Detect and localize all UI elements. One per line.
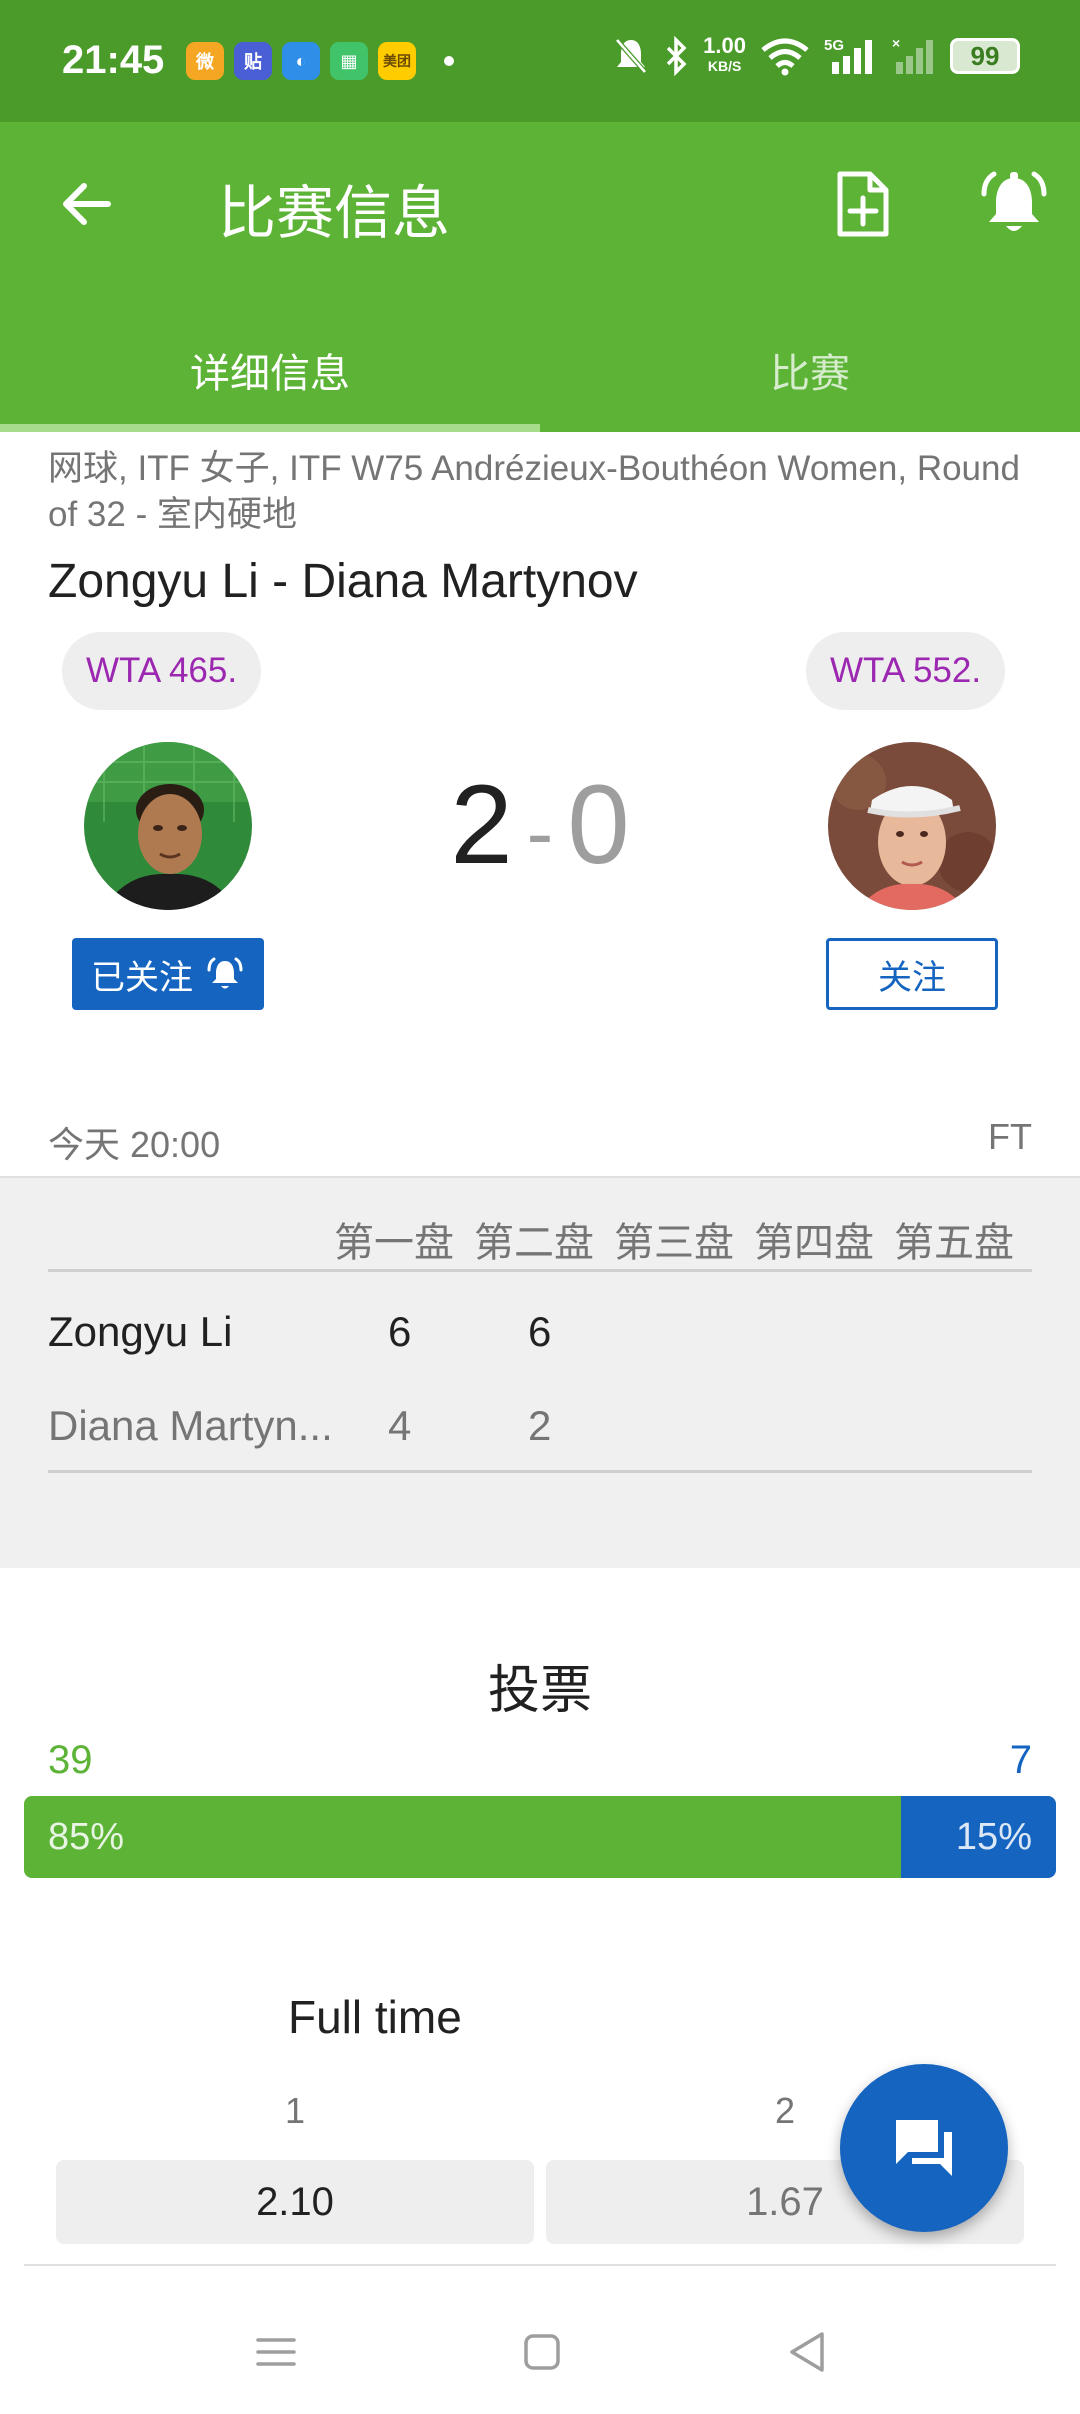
odds-home-button[interactable]: 2.10 bbox=[56, 2160, 534, 2244]
odds-label-home: 1 bbox=[284, 2090, 306, 2131]
set-header: 第四盘 bbox=[754, 1221, 874, 1265]
away-follow-button[interactable]: 关注 bbox=[826, 938, 998, 1010]
match-status: FT bbox=[988, 1116, 1032, 1157]
system-nav-bar bbox=[0, 2292, 1080, 2414]
menu-icon[interactable] bbox=[246, 2322, 306, 2382]
divider bbox=[48, 1470, 1032, 1473]
back-arrow-icon[interactable] bbox=[56, 174, 116, 234]
back-triangle-icon[interactable] bbox=[778, 2322, 838, 2382]
home-follow-label: 已关注 bbox=[91, 958, 193, 997]
vote-bar[interactable]: 85% 15% bbox=[24, 1796, 1056, 1878]
browser-icon: ◐ bbox=[282, 42, 320, 80]
app-bar: 比赛信息 bbox=[0, 122, 1080, 308]
set-header: 第五盘 bbox=[894, 1221, 1014, 1265]
away-follow-label: 关注 bbox=[878, 958, 946, 997]
more-notifications-dot bbox=[444, 56, 454, 66]
away-score: 0 bbox=[567, 762, 630, 887]
set-row-away: Diana Martyn... 4 2 bbox=[48, 1382, 1032, 1472]
home-followed-button[interactable]: 已关注 bbox=[72, 938, 264, 1010]
home-rank-badge: WTA 465. bbox=[62, 632, 262, 710]
add-to-calendar-icon[interactable] bbox=[830, 168, 894, 240]
score-separator: - bbox=[526, 788, 554, 878]
notification-bell-icon[interactable] bbox=[976, 168, 1052, 240]
home-player-avatar[interactable] bbox=[84, 742, 252, 910]
vote-away-percent: 15% bbox=[955, 1815, 1032, 1858]
home-score: 2 bbox=[450, 762, 513, 887]
page-title: 比赛信息 bbox=[218, 181, 451, 246]
odds-title: Full time bbox=[288, 1991, 462, 2043]
vote-away-count: 7 bbox=[1009, 1738, 1032, 1782]
vote-home-segment[interactable]: 85% bbox=[24, 1796, 902, 1878]
vote-away-segment[interactable]: 15% bbox=[901, 1796, 1056, 1878]
home-icon[interactable] bbox=[512, 2322, 572, 2382]
tieba-icon: 贴 bbox=[234, 42, 272, 80]
set-row-home: Zongyu Li 6 6 bbox=[48, 1288, 1032, 1378]
away-rank-badge: WTA 552. bbox=[806, 632, 1006, 710]
network-speed: 1.00 KB/S bbox=[703, 33, 746, 76]
system-indicators: 1.00 KB/S 5G × 99 bbox=[613, 33, 1020, 76]
vote-home-count: 39 bbox=[48, 1738, 93, 1782]
network-speed-unit: KB/S bbox=[707, 58, 742, 74]
notification-icons: 微 贴 ◐ ▦ 美团 bbox=[186, 42, 454, 80]
set-player-name: Diana Martyn... bbox=[48, 1402, 333, 1449]
svg-text:×: × bbox=[892, 36, 900, 51]
match-start-time: 今天 20:00 bbox=[48, 1124, 221, 1165]
bell-muted-icon bbox=[615, 38, 648, 74]
bell-ring-icon bbox=[207, 957, 243, 989]
wifi-icon bbox=[761, 38, 809, 76]
set-header-row: 第一盘 第二盘 第三盘 第四盘 第五盘 bbox=[48, 1200, 1032, 1272]
chat-icon bbox=[896, 2120, 952, 2176]
set-player-name: Zongyu Li bbox=[48, 1308, 233, 1355]
set-score-table: 第一盘 第二盘 第三盘 第四盘 第五盘 Zongyu Li 6 6 Diana … bbox=[0, 1176, 1080, 1568]
set-header: 第三盘 bbox=[614, 1221, 734, 1265]
set-score: 6 bbox=[528, 1308, 552, 1355]
set-header: 第一盘 bbox=[334, 1221, 454, 1265]
bluetooth-icon bbox=[666, 36, 687, 76]
battery-indicator: 99 bbox=[950, 38, 1020, 74]
divider bbox=[24, 2264, 1056, 2266]
tab-details[interactable]: 详细信息 bbox=[0, 308, 540, 432]
vote-title: 投票 bbox=[487, 1662, 592, 1720]
status-bar: 21:45 微 贴 ◐ ▦ 美团 1.00 KB/S 5G × 99 bbox=[0, 0, 1080, 122]
match-time-row: 今天 20:00 FT bbox=[48, 1116, 1032, 1168]
set-header: 第二盘 bbox=[474, 1221, 594, 1265]
svg-text:5G: 5G bbox=[824, 37, 844, 54]
away-player-avatar[interactable] bbox=[828, 742, 996, 910]
set-score: 4 bbox=[388, 1402, 412, 1449]
tab-matches[interactable]: 比赛 bbox=[540, 308, 1080, 432]
signal-5g-icon: 5G bbox=[824, 37, 872, 74]
signal-secondary-icon: × bbox=[892, 36, 933, 74]
vote-home-percent: 85% bbox=[48, 1815, 125, 1858]
set-score: 6 bbox=[388, 1308, 412, 1355]
match-meta: 网球, ITF 女子, ITF W75 Andrézieux-Bouthéon … bbox=[48, 449, 1020, 534]
match-score: 2-0 bbox=[400, 760, 680, 889]
meituan-icon: 美团 bbox=[378, 42, 416, 80]
status-time: 21:45 bbox=[62, 38, 165, 82]
tab-bar: 详细信息 比赛 bbox=[0, 308, 1080, 432]
set-score: 2 bbox=[528, 1402, 552, 1449]
weibo-icon: 微 bbox=[186, 42, 224, 80]
match-title: Zongyu Li - Diana Martynov bbox=[48, 555, 638, 608]
app-store-icon: ▦ bbox=[330, 42, 368, 80]
chat-fab-button[interactable] bbox=[840, 2064, 1008, 2232]
network-speed-value: 1.00 bbox=[703, 33, 746, 58]
